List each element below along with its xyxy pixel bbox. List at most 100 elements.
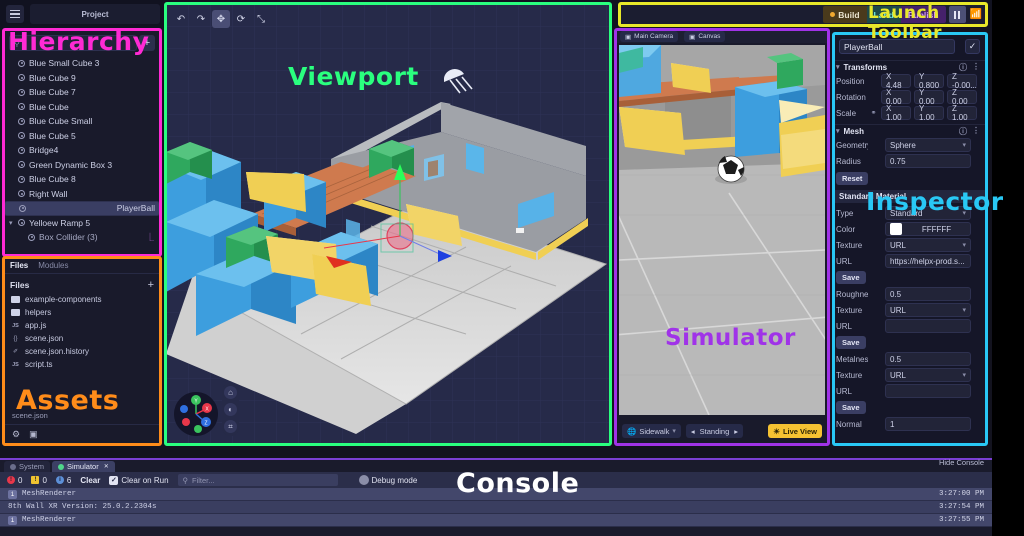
save-button[interactable]: Save [836,336,866,349]
console-log-row[interactable]: 8th Wall XR Version: 25.0.2.2304s 3:27:54… [0,501,992,514]
help-icon[interactable]: ⓘ [959,126,967,137]
cast-icon[interactable]: 📶 [970,9,982,20]
hide-console-button[interactable]: Hide Console [939,458,984,467]
material-field-input[interactable]: 1 [885,417,971,431]
axis-y-input[interactable]: Y 0.00 [914,88,944,106]
file-item[interactable]: ✐ scene.json.history [4,345,160,358]
axis-z-input[interactable]: Z -0.00... [947,72,977,90]
axis-y-input[interactable]: Y 0.800 [914,72,944,90]
close-icon[interactable]: ✕ [104,463,109,470]
file-item[interactable]: JS script.ts [4,358,160,371]
axis-gizmo[interactable]: Y X Z [174,392,218,436]
hierarchy-item[interactable]: Blue Cube 8 [4,172,160,187]
rotate-tool-button[interactable]: ⟳ [232,10,250,28]
hierarchy-item[interactable]: Blue Cube [4,100,160,115]
pose-next-button[interactable]: ▸ [734,427,738,436]
file-item[interactable]: example-components [4,293,160,306]
chevron-down-icon[interactable]: ▾ [9,219,13,227]
material-field-input[interactable] [885,384,971,398]
axis-z-input[interactable]: Z 0.00 [947,88,977,106]
color-swatch[interactable] [890,223,902,235]
info-count[interactable]: i 6 [55,476,71,485]
error-count[interactable]: ! 0 [7,476,22,485]
simulator-header-item[interactable]: ▣ Main Camera [620,31,679,42]
hierarchy-item[interactable]: Bridge4 [4,143,160,158]
viewport-panel[interactable]: ↶ ↷ ✥ ⟳ ⤡ Y X Z ⌂ ◐ ⌗ [166,4,610,444]
file-item[interactable]: {} scene.json [4,332,160,345]
axis-x-input[interactable]: X 0.00 [881,88,911,106]
more-icon[interactable]: ⋮ [972,126,980,137]
move-tool-button[interactable]: ✥ [212,10,230,28]
files-tab-modules[interactable]: Modules [38,261,68,270]
hierarchy-item[interactable]: ▾ Yelloew Ramp 5 [4,216,160,231]
lighting-button[interactable]: ◐ [224,403,237,416]
color-input[interactable]: FFFFFF [885,222,971,236]
material-field-select[interactable]: URL ▾ [885,238,971,252]
warning-count[interactable]: ! 0 [31,476,47,485]
object-name-input[interactable]: PlayerBall [839,39,955,54]
hierarchy-item[interactable]: Blue Cube 5 [4,129,160,144]
material-field-input[interactable] [885,319,971,333]
scale-tool-button[interactable]: ⤡ [252,10,270,28]
save-button[interactable]: Save [836,401,866,414]
hierarchy-search-input[interactable]: ⚲ [9,35,137,51]
project-button[interactable]: Project [30,4,160,24]
console-tab-system[interactable]: System [4,461,51,472]
simulator-header-item[interactable]: ▣ Canvas [684,31,726,42]
console-tab-simulator[interactable]: Simulator ✕ [52,461,115,472]
pause-button[interactable] [948,6,966,23]
land-button[interactable]: Land [866,6,901,23]
viewport-3d-scene[interactable] [166,4,610,444]
axis-x-input[interactable]: X 1.00 [881,104,911,122]
material-field-input[interactable]: https://helpx-prod.s... [885,254,971,268]
geometry-select[interactable]: Sphere ▾ [885,138,971,152]
material-field-select[interactable]: URL ▾ [885,303,971,317]
object-enabled-checkbox[interactable]: ✓ [965,39,980,54]
grid-button[interactable]: ⌗ [224,420,237,433]
build-button[interactable]: Build [823,6,867,23]
clear-button[interactable]: Clear [80,476,100,485]
hierarchy-item[interactable]: Green Dynamic Box 3 [4,158,160,173]
file-item[interactable]: helpers [4,306,160,319]
section-header-mesh[interactable]: ▾ Mesh ⓘ ⋮ [834,124,986,137]
material-type-select[interactable]: Standard ▾ [885,206,971,220]
console-log-row[interactable]: i MeshRenderer 3:27:55 PM [0,514,992,527]
material-field-input[interactable]: 0.5 [885,352,971,366]
material-field-input[interactable]: 0.5 [885,287,971,301]
pose-selector[interactable]: ◂ Standing ▸ [685,424,744,438]
settings-icon[interactable]: ⚙ [12,429,20,440]
simulator-3d-view[interactable] [619,45,825,415]
hierarchy-child-item[interactable]: Box Collider (3) ⎿ [4,230,160,245]
hierarchy-add-button[interactable]: + [139,35,155,51]
hamburger-icon[interactable] [6,5,24,23]
clear-on-run-checkbox[interactable]: ✓ Clear on Run [109,475,169,485]
file-item[interactable]: JS app.js [4,319,160,332]
hierarchy-item[interactable]: Blue Cube Small [4,114,160,129]
panel-icon[interactable]: ▣ [29,429,38,440]
material-field-select[interactable]: URL ▾ [885,368,971,382]
pose-prev-button[interactable]: ◂ [691,427,695,436]
undo-button[interactable]: ↶ [172,10,190,28]
axis-y-input[interactable]: Y 1.00 [914,104,944,122]
hierarchy-item[interactable]: Blue Cube 9 [4,71,160,86]
redo-button[interactable]: ↷ [192,10,210,28]
environment-selector[interactable]: 🌐 Sidewalk ▾ [622,424,681,438]
console-log-row[interactable]: i MeshRenderer 3:27:00 PM [0,488,992,501]
hierarchy-item[interactable]: Right Wall [4,187,160,202]
debug-mode-toggle[interactable]: Debug mode [358,475,417,485]
axis-x-input[interactable]: X 4.48 [881,72,911,90]
hierarchy-item[interactable]: Blue Small Cube 3 [4,56,160,71]
axis-z-input[interactable]: Z 1.00 [947,104,977,122]
files-add-button[interactable]: + [148,279,154,291]
live-view-button[interactable]: ☀ Live View [768,424,822,438]
save-button[interactable]: Save [836,271,866,284]
more-icon[interactable]: ⋮ [972,62,980,73]
console-filter-input[interactable]: ⚲ Filter... [177,474,338,486]
help-icon[interactable]: ⓘ [959,62,967,73]
reset-button[interactable]: Reset [836,172,869,185]
visibility-icon[interactable]: ⎿ [146,232,154,243]
files-tab-files[interactable]: Files [10,261,28,270]
link-scale-icon[interactable]: ⚭ [868,109,879,117]
hierarchy-item[interactable]: PlayerBall [4,201,160,216]
publish-button[interactable]: Publish [900,6,946,23]
